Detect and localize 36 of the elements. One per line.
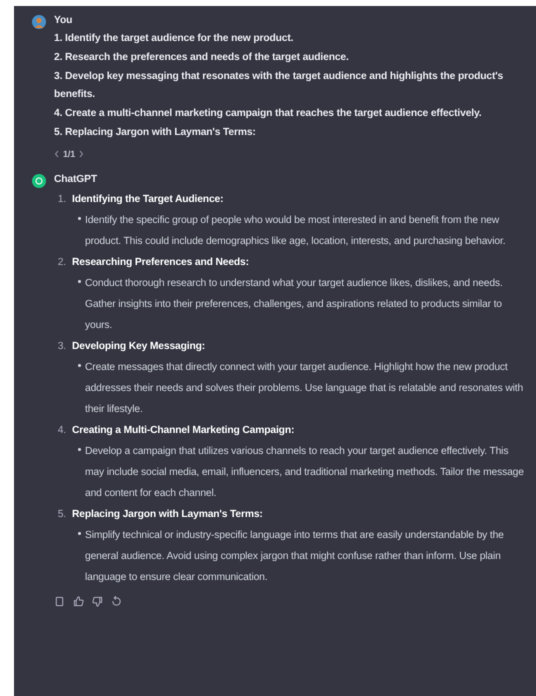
item-text: Simplify technical or industry-specific language into terms that are easily understandable by the general audience. Avoid using complex jargon that might confuse rather than inform. Use plain language to ensure clear communication.: [85, 528, 505, 585]
chevron-right-icon[interactable]: [78, 150, 84, 158]
bullet-icon: [78, 280, 81, 283]
bullet-icon: [78, 216, 81, 220]
item-heading: Creating a Multi-Channel Marketing Campaign:: [72, 424, 294, 438]
list-number: 5.: [56, 508, 66, 522]
item-text: Conduct thorough research to understand what your target audience likes, dislikes, and needs. Gather insights into their preferences, challenges, and aspirations related to products similar to yours.: [85, 276, 504, 333]
message-line: 5. Replacing Jargon with Layman's Terms:: [54, 126, 257, 140]
message-line: 2. Research the preferences and needs of the target audience.: [54, 50, 350, 65]
item-text: Develop a campaign that utilizes various channels to reach your target audience effectively. This may include social media, email, influencers, and traditional marketing methods. Tailor the message and content for each channel.: [85, 444, 525, 501]
message-line: 4. Create a multi-channel marketing campaign that reaches the target audience effectively.: [54, 107, 483, 122]
list-number: 4.: [56, 424, 66, 438]
item-text: Identify the specific group of people who would be most interested in and benefit from the new product. This could include demographics like age, location, interests, and purchasing behavior.: [85, 214, 506, 249]
chevron-left-icon[interactable]: [54, 150, 60, 158]
item-heading: Replacing Jargon with Layman's Terms:: [72, 508, 263, 522]
item-text: Create messages that directly connect with your target audience. Highlight how the new product addresses their needs and solves their problems. Use language that is relatable and resonates with their lifestyle.: [85, 360, 524, 417]
assistant-avatar: [32, 174, 46, 188]
item-heading: Researching Preferences and Needs:: [72, 256, 249, 270]
item-heading: Developing Key Messaging:: [72, 340, 206, 354]
bullet-icon: [78, 532, 81, 535]
list-number: 2.: [56, 256, 66, 270]
list-number: 3.: [56, 340, 66, 354]
message-line: 3. Develop key messaging that resonates with the target audience and highlights the product's benefits.: [54, 70, 504, 102]
message-line: 1. Identify the target audience for the new product.: [54, 32, 294, 46]
thumbs-up-icon[interactable]: [73, 596, 84, 607]
list-number: 1.: [56, 192, 66, 207]
user-avatar: [32, 15, 46, 29]
copy-icon[interactable]: [54, 596, 65, 607]
author-name: ChatGPT: [54, 172, 98, 187]
bullet-icon: [78, 448, 81, 451]
bullet-icon: [78, 364, 81, 367]
item-heading: Identifying the Target Audience:: [72, 192, 224, 207]
author-name: You: [54, 14, 74, 28]
thumbs-down-icon[interactable]: [92, 596, 103, 607]
page-counter: 1/1: [63, 148, 76, 159]
regenerate-icon[interactable]: [111, 596, 122, 607]
